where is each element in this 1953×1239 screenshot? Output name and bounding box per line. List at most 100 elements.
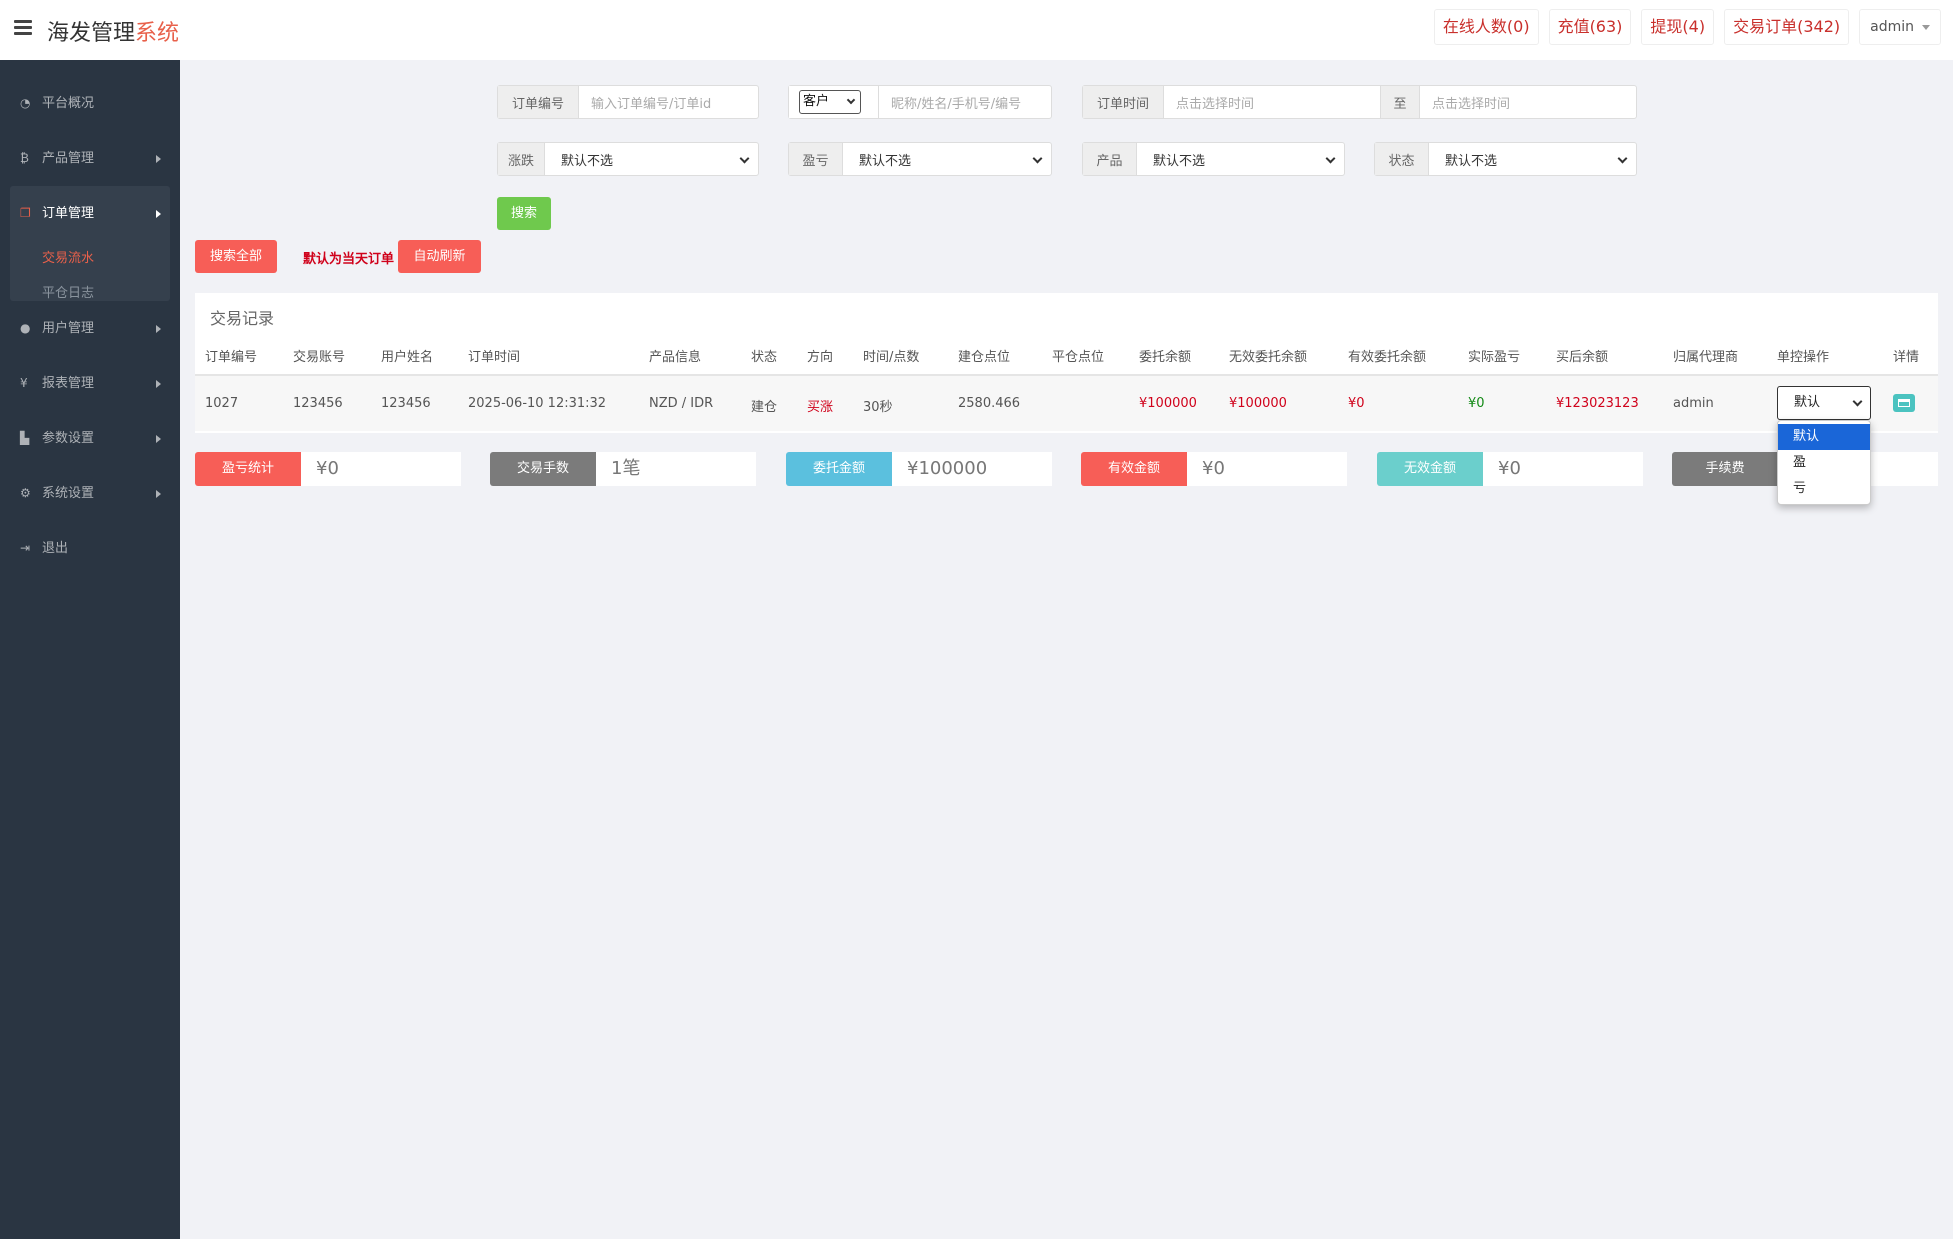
time-start-input[interactable]: 点击选择时间 <box>1164 86 1380 118</box>
trade-records-panel: 交易记录 订单编号 交易账号 用户姓名 订单时间 产品信息 状态 方向 时间/点… <box>195 293 1938 433</box>
gears-icon: ⚙ <box>20 486 31 500</box>
column-header: 平仓点位 <box>1052 350 1105 365</box>
status-label: 状态 <box>1375 143 1429 175</box>
cell-invalid-entrust: ¥100000 <box>1229 396 1287 411</box>
sidebar-item-orders[interactable]: ❐ 订单管理 <box>10 186 170 241</box>
brand-title: 海发管理系统 <box>47 21 180 46</box>
cell-duration: 30秒 <box>863 400 893 415</box>
window-icon <box>1898 399 1910 407</box>
customer-type-wrap: 客户 <box>789 86 879 118</box>
customer-filter: 客户 昵称/姓名/手机号/编号 <box>788 85 1052 119</box>
profit-loss-label: 盈亏 <box>789 143 843 175</box>
rise-fall-select[interactable]: 默认不选 <box>545 143 758 175</box>
status-select[interactable]: 默认不选 <box>1429 143 1636 175</box>
chevron-right-icon <box>156 380 161 388</box>
order-no-input[interactable]: 输入订单编号/订单id <box>579 86 758 118</box>
stat-invalid: 无效金额 ¥0 <box>1377 452 1643 486</box>
chevron-right-icon <box>156 325 161 333</box>
withdraw-button[interactable]: 提现(4) <box>1641 9 1715 45</box>
sidebar-item-reports[interactable]: ¥ 报表管理 <box>0 356 180 411</box>
column-header: 委托余额 <box>1139 350 1192 365</box>
menu-toggle-icon[interactable] <box>14 20 32 36</box>
order-time-label: 订单时间 <box>1083 86 1164 118</box>
stat-lots: 交易手数 1笔 <box>490 452 756 486</box>
stat-label: 无效金额 <box>1377 452 1483 486</box>
control-select[interactable]: 默认 <box>1777 386 1871 420</box>
sign-out-icon: ⇥ <box>20 541 31 555</box>
cell-order-time: 2025-06-10 12:31:32 <box>468 396 607 411</box>
column-header: 交易账号 <box>293 350 346 365</box>
sidebar-item-users[interactable]: ● 用户管理 <box>0 301 180 356</box>
chevron-down-icon <box>739 153 750 164</box>
search-button[interactable]: 搜索 <box>497 197 551 230</box>
dashboard-icon: ◔ <box>20 96 31 110</box>
stat-profit-loss: 盈亏统计 ¥0 <box>195 452 461 486</box>
panel-title: 交易记录 <box>210 309 275 328</box>
top-header: 海发管理系统 在线人数(0) 充值(63) 提现(4) 交易订单(342) ad… <box>0 0 1953 60</box>
header-shortcuts: 在线人数(0) 充值(63) 提现(4) 交易订单(342) admin <box>1433 9 1941 45</box>
cell-balance-after: ¥123023123 <box>1556 396 1639 411</box>
sidebar-item-params[interactable]: ▙ 参数设置 <box>0 411 180 466</box>
product-select[interactable]: 默认不选 <box>1137 143 1344 175</box>
control-dropdown-list: 默认 盈 亏 <box>1777 420 1871 505</box>
sidebar-item-logout[interactable]: ⇥ 退出 <box>0 521 180 576</box>
column-header: 无效委托余额 <box>1229 350 1308 365</box>
chevron-right-icon <box>156 435 161 443</box>
cell-valid-entrust: ¥0 <box>1348 396 1365 411</box>
order-no-filter: 订单编号 输入订单编号/订单id <box>497 85 759 119</box>
stat-value: ¥0 <box>1483 452 1643 486</box>
sidebar-item-system[interactable]: ⚙ 系统设置 <box>0 466 180 521</box>
auto-refresh-button[interactable]: 自动刷新 <box>398 240 481 273</box>
user-icon: ● <box>20 321 31 335</box>
column-header: 建仓点位 <box>958 350 1011 365</box>
cell-entrust: ¥100000 <box>1139 396 1197 411</box>
search-all-button[interactable]: 搜索全部 <box>195 240 277 273</box>
cell-open-point: 2580.466 <box>958 396 1021 411</box>
chevron-down-icon <box>1852 396 1863 407</box>
column-header: 方向 <box>807 350 834 365</box>
order-time-filter: 订单时间 点击选择时间 至 点击选择时间 <box>1082 85 1637 119</box>
copy-icon: ❐ <box>20 206 31 220</box>
cell-product: NZD / IDR <box>649 396 714 411</box>
recharge-button[interactable]: 充值(63) <box>1548 9 1632 45</box>
customer-type-select[interactable]: 客户 <box>799 90 861 114</box>
chevron-right-icon <box>156 155 161 163</box>
bitcoin-icon: ₿ <box>20 151 29 165</box>
column-header: 归属代理商 <box>1673 350 1739 365</box>
product-label: 产品 <box>1083 143 1137 175</box>
chevron-right-icon <box>156 210 161 218</box>
chevron-down-icon <box>1617 153 1628 164</box>
sidebar-subitem-trade-flow[interactable]: 交易流水 <box>10 241 170 276</box>
column-header: 详情 <box>1893 350 1920 365</box>
order-no-label: 订单编号 <box>498 86 579 118</box>
customer-search-input[interactable]: 昵称/姓名/手机号/编号 <box>879 86 1051 118</box>
user-menu[interactable]: admin <box>1859 9 1941 45</box>
status-filter: 状态 默认不选 <box>1374 142 1637 176</box>
sidebar-group-orders: ❐ 订单管理 交易流水 平仓日志 <box>10 186 170 301</box>
sidebar: ◔ 平台概况 ₿ 产品管理 ❐ 订单管理 交易流水 平仓日志 ● 用户管理 ¥ 报表管理 … <box>0 60 180 1239</box>
detail-button[interactable] <box>1893 394 1915 412</box>
time-end-input[interactable]: 点击选择时间 <box>1420 86 1636 118</box>
column-header: 订单编号 <box>205 350 258 365</box>
stat-value: 1笔 <box>596 452 756 486</box>
rise-fall-label: 涨跌 <box>498 143 545 175</box>
cell-order-no: 1027 <box>205 396 239 411</box>
column-header: 买后余额 <box>1556 350 1609 365</box>
profit-loss-select[interactable]: 默认不选 <box>843 143 1051 175</box>
dropdown-option-default[interactable]: 默认 <box>1778 424 1870 450</box>
stat-label: 委托金额 <box>786 452 892 486</box>
stat-value: ¥100000 <box>892 452 1052 486</box>
stat-value: ¥0 <box>301 452 461 486</box>
sidebar-item-products[interactable]: ₿ 产品管理 <box>0 131 180 186</box>
cell-account: 123456 <box>293 396 343 411</box>
stat-valid: 有效金额 ¥0 <box>1081 452 1347 486</box>
trade-orders-button[interactable]: 交易订单(342) <box>1724 9 1850 45</box>
dropdown-option-profit[interactable]: 盈 <box>1778 450 1870 476</box>
dropdown-option-loss[interactable]: 亏 <box>1778 476 1870 502</box>
column-header: 时间/点数 <box>863 350 920 365</box>
online-users-button[interactable]: 在线人数(0) <box>1433 9 1539 45</box>
sidebar-item-overview[interactable]: ◔ 平台概况 <box>0 76 180 131</box>
column-header: 用户姓名 <box>381 350 434 365</box>
profit-loss-filter: 盈亏 默认不选 <box>788 142 1052 176</box>
rise-fall-filter: 涨跌 默认不选 <box>497 142 759 176</box>
